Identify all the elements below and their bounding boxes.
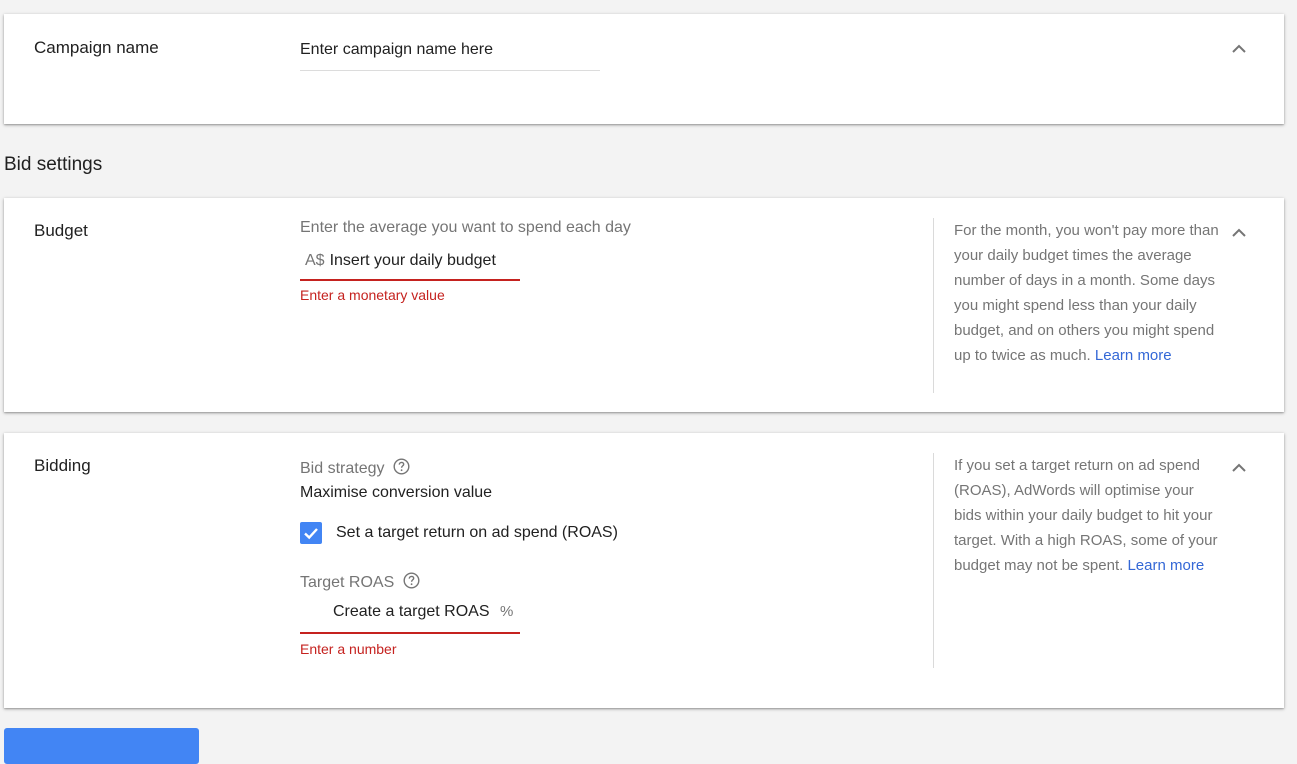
target-roas-error: Enter a number <box>300 641 397 657</box>
campaign-name-input[interactable] <box>300 38 600 62</box>
campaign-name-title: Campaign name <box>34 38 159 57</box>
budget-card: Budget Enter the average you want to spe… <box>4 198 1284 412</box>
budget-info-panel: For the month, you won't pay more than y… <box>933 218 1223 393</box>
roas-checkbox[interactable] <box>300 522 322 544</box>
roas-checkbox-label[interactable]: Set a target return on ad spend (ROAS) <box>336 524 618 542</box>
bid-settings-heading: Bid settings <box>4 154 103 175</box>
bidding-learn-more-link[interactable]: Learn more <box>1127 557 1204 574</box>
budget-info-text: For the month, you won't pay more than y… <box>954 222 1219 364</box>
bid-strategy-label: Bid strategy <box>300 458 410 478</box>
bid-strategy-label-text: Bid strategy <box>300 460 385 477</box>
help-circle-icon[interactable] <box>393 458 410 475</box>
help-circle-icon[interactable] <box>403 572 420 589</box>
budget-helper-label: Enter the average you want to spend each… <box>300 219 631 236</box>
chevron-up-icon[interactable] <box>1232 463 1246 473</box>
target-roas-label: Target ROAS <box>300 572 420 592</box>
percent-suffix: % <box>500 603 514 620</box>
chevron-up-icon[interactable] <box>1232 44 1246 54</box>
bid-strategy-value: Maximise conversion value <box>300 484 493 501</box>
campaign-name-card: Campaign name <box>4 14 1284 124</box>
target-roas-field[interactable]: % <box>300 597 520 634</box>
bidding-info-panel: If you set a target return on ad spend (… <box>933 453 1223 668</box>
budget-error: Enter a monetary value <box>300 287 445 303</box>
primary-action-button[interactable] <box>4 728 199 764</box>
chevron-up-icon[interactable] <box>1232 228 1246 238</box>
currency-prefix: A$ <box>305 251 325 269</box>
budget-input[interactable] <box>329 251 520 270</box>
budget-learn-more-link[interactable]: Learn more <box>1095 347 1172 364</box>
target-roas-input[interactable] <box>333 602 498 621</box>
campaign-name-field[interactable] <box>300 38 600 71</box>
budget-field[interactable]: A$ <box>300 248 520 281</box>
budget-title: Budget <box>34 221 88 240</box>
bidding-card: Bidding Bid strategy Maximise conversion… <box>4 433 1284 708</box>
target-roas-label-text: Target ROAS <box>300 574 395 591</box>
bidding-title: Bidding <box>34 456 91 475</box>
